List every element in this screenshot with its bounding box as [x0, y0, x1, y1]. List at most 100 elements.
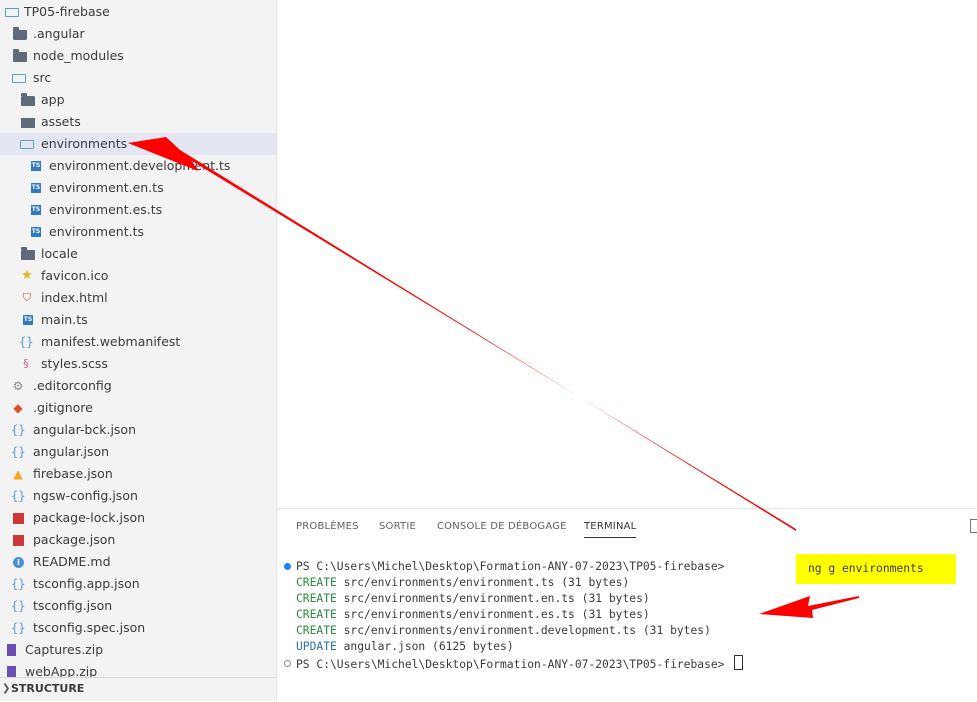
- tree-item-readme[interactable]: i README.md: [0, 551, 276, 573]
- tree-item-locale[interactable]: locale: [0, 243, 276, 265]
- tree-item-label: src: [33, 70, 52, 85]
- tree-item-tsconfig-json[interactable]: {} tsconfig.json: [0, 595, 276, 617]
- zip-icon: [7, 644, 16, 656]
- json-icon: {}: [11, 599, 26, 613]
- tree-item-label: README.md: [33, 554, 111, 569]
- json-icon: {}: [11, 621, 26, 635]
- tree-item-firebase-json[interactable]: ▲ firebase.json: [0, 463, 276, 485]
- tree-item-node-modules[interactable]: node_modules: [0, 45, 276, 67]
- tab-output[interactable]: SORTIE: [379, 521, 416, 532]
- folder-icon: [21, 118, 35, 128]
- tree-item-label: TP05-firebase: [24, 4, 110, 19]
- output-action: UPDATE: [296, 640, 337, 653]
- tree-item-environment-development-ts[interactable]: TS environment.development.ts: [0, 155, 276, 177]
- info-icon: i: [13, 557, 24, 568]
- output-text: src/environments/environment.en.ts (31 b…: [336, 592, 650, 605]
- tree-item-editorconfig[interactable]: ⚙ .editorconfig: [0, 375, 276, 397]
- tree-item-package-json[interactable]: package.json: [0, 529, 276, 551]
- tab-debug-console[interactable]: CONSOLE DE DÉBOGAGE: [437, 521, 567, 532]
- typescript-icon: TS: [23, 315, 33, 325]
- folder-open-icon: [12, 74, 26, 83]
- tree-item-tsconfig-spec-json[interactable]: {} tsconfig.spec.json: [0, 617, 276, 639]
- tree-item-angular[interactable]: .angular: [0, 23, 276, 45]
- tree-item-label: environment.es.ts: [49, 202, 163, 217]
- npm-icon: [13, 535, 24, 546]
- terminal-prompt-line: PS C:\Users\Michel\Desktop\Formation-ANY…: [296, 559, 731, 575]
- tree-item-label: package.json: [33, 532, 116, 547]
- json-icon: {}: [11, 489, 26, 503]
- html-icon: ⛉: [22, 291, 32, 304]
- tree-item-label: environment.development.ts: [49, 158, 231, 173]
- output-action: CREATE: [296, 576, 337, 589]
- tree-item-label: ngsw-config.json: [33, 488, 138, 503]
- git-icon: ◆: [13, 401, 23, 415]
- command-status-dot-icon: [284, 563, 291, 570]
- folder-open-icon: [20, 140, 34, 149]
- sass-icon: §: [23, 357, 29, 370]
- terminal-prompt: PS C:\Users\Michel\Desktop\Formation-ANY…: [296, 658, 732, 671]
- tree-item-label: webApp.zip: [25, 664, 98, 677]
- tree-item-angular-json[interactable]: {} angular.json: [0, 441, 276, 463]
- typescript-icon: TS: [31, 227, 41, 237]
- typescript-icon: TS: [31, 205, 41, 215]
- terminal-output-line: CREATE src/environments/environment.es.t…: [296, 607, 650, 623]
- json-icon: {}: [11, 577, 26, 591]
- terminal-cursor: [734, 655, 744, 670]
- tab-terminal[interactable]: TERMINAL: [584, 521, 637, 538]
- tree-item-styles-scss[interactable]: § styles.scss: [0, 353, 276, 375]
- tree-item-gitignore[interactable]: ◆ .gitignore: [0, 397, 276, 419]
- structure-label: STRUCTURE: [11, 682, 85, 695]
- firebase-icon: ▲: [13, 467, 23, 481]
- tree-item-environment-ts[interactable]: TS environment.ts: [0, 221, 276, 243]
- tree-item-label: styles.scss: [41, 356, 108, 371]
- tree-item-label: Captures.zip: [25, 642, 104, 657]
- tree-item-label: environment.ts: [49, 224, 144, 239]
- tree-item-app[interactable]: app: [0, 89, 276, 111]
- gear-icon: ⚙: [12, 379, 24, 393]
- output-action: CREATE: [296, 592, 337, 605]
- tree-item-webapp-zip[interactable]: webApp.zip: [0, 661, 276, 677]
- tab-problems[interactable]: PROBLÈMES: [296, 521, 359, 532]
- tree-item-main-ts[interactable]: TS main.ts: [0, 309, 276, 331]
- tree-item-label: environments: [41, 136, 128, 151]
- panel-action-icon[interactable]: [970, 519, 977, 533]
- zip-icon: [7, 666, 16, 677]
- typescript-icon: TS: [31, 161, 41, 171]
- tree-item-ngsw-config-json[interactable]: {} ngsw-config.json: [0, 485, 276, 507]
- tree-item-package-lock-json[interactable]: package-lock.json: [0, 507, 276, 529]
- terminal-output-line: UPDATE angular.json (6125 bytes): [296, 639, 514, 655]
- tree-item-assets[interactable]: assets: [0, 111, 276, 133]
- explorer-sidebar: TP05-firebase .angular node_modules src …: [0, 0, 277, 701]
- tree-item-label: assets: [41, 114, 81, 129]
- output-text: src/environments/environment.development…: [336, 624, 711, 637]
- structure-section-header[interactable]: ❯ STRUCTURE: [0, 677, 276, 702]
- chevron-right-icon: ❯: [2, 683, 11, 694]
- tree-item-index-html[interactable]: ⛉ index.html: [0, 287, 276, 309]
- star-icon: ★: [21, 268, 33, 283]
- output-text: angular.json (6125 bytes): [336, 640, 514, 653]
- tree-item-tp05-firebase[interactable]: TP05-firebase: [0, 1, 276, 23]
- tree-item-environment-en-ts[interactable]: TS environment.en.ts: [0, 177, 276, 199]
- terminal-input-line[interactable]: PS C:\Users\Michel\Desktop\Formation-ANY…: [296, 655, 744, 671]
- tree-item-captures-zip[interactable]: Captures.zip: [0, 639, 276, 661]
- bottom-panel: PROBLÈMES SORTIE CONSOLE DE DÉBOGAGE TER…: [277, 508, 977, 702]
- tree-item-label: package-lock.json: [33, 510, 146, 525]
- terminal-command: ng g environments: [808, 562, 924, 575]
- tree-item-favicon[interactable]: ★ favicon.ico: [0, 265, 276, 287]
- tree-item-tsconfig-app-json[interactable]: {} tsconfig.app.json: [0, 573, 276, 595]
- folder-open-icon: [5, 8, 19, 17]
- prompt-status-dot-icon: [284, 660, 291, 667]
- output-text: src/environments/environment.ts (31 byte…: [336, 576, 630, 589]
- tree-item-manifest[interactable]: {} manifest.webmanifest: [0, 331, 276, 353]
- output-text: src/environments/environment.es.ts (31 b…: [336, 608, 650, 621]
- tree-item-label: manifest.webmanifest: [41, 334, 181, 349]
- tree-item-label: node_modules: [33, 48, 124, 63]
- tree-item-environment-es-ts[interactable]: TS environment.es.ts: [0, 199, 276, 221]
- tree-item-src[interactable]: src: [0, 67, 276, 89]
- terminal-output-line: CREATE src/environments/environment.en.t…: [296, 591, 650, 607]
- folder-icon: [13, 27, 27, 40]
- tree-item-label: environment.en.ts: [49, 180, 164, 195]
- folder-icon: [13, 49, 27, 62]
- tree-item-angular-bck-json[interactable]: {} angular-bck.json: [0, 419, 276, 441]
- tree-item-environments[interactable]: environments: [0, 133, 276, 155]
